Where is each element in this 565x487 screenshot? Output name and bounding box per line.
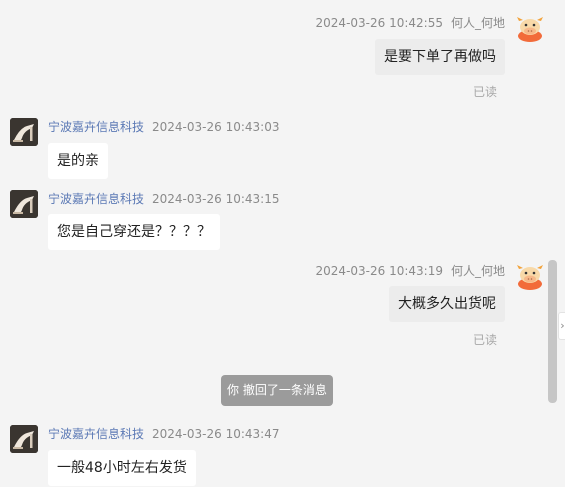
message-bubble-outgoing[interactable]: 是要下单了再做吗	[375, 39, 505, 75]
message-header: 宁波嘉卉信息科技 2024-03-26 10:43:47	[48, 425, 279, 442]
cartoon-cow-avatar-icon[interactable]	[516, 262, 544, 290]
message-timestamp: 2024-03-26 10:43:15	[152, 192, 280, 206]
chevron-right-icon[interactable]: ›	[558, 312, 565, 340]
message-bubble-incoming[interactable]: 是的亲	[48, 143, 108, 179]
message-bubble-outgoing[interactable]: 大概多久出货呢	[389, 286, 505, 322]
sender-name[interactable]: 宁波嘉卉信息科技	[48, 427, 144, 441]
sender-name: 何人_何地	[450, 16, 505, 30]
sender-name[interactable]: 宁波嘉卉信息科技	[48, 120, 144, 134]
message-timestamp: 2024-03-26 10:43:19	[315, 264, 443, 278]
cartoon-cow-avatar-icon[interactable]	[516, 14, 544, 42]
high-heel-shoe-avatar-icon[interactable]	[10, 190, 38, 218]
message-bubble-incoming[interactable]: 您是自己穿还是？？？？	[48, 214, 220, 250]
message-timestamp: 2024-03-26 10:43:47	[152, 427, 280, 441]
message-timestamp: 2024-03-26 10:42:55	[315, 16, 443, 30]
sender-name[interactable]: 宁波嘉卉信息科技	[48, 192, 144, 206]
high-heel-shoe-avatar-icon[interactable]	[10, 425, 38, 453]
message-header: 2024-03-26 10:42:55 何人_何地	[316, 14, 505, 31]
message-timestamp: 2024-03-26 10:43:03	[152, 120, 280, 134]
high-heel-shoe-avatar-icon[interactable]	[10, 118, 38, 146]
scrollbar-thumb[interactable]	[548, 260, 557, 403]
sender-name: 何人_何地	[450, 264, 505, 278]
message-header: 宁波嘉卉信息科技 2024-03-26 10:43:03	[48, 118, 279, 135]
message-header: 宁波嘉卉信息科技 2024-03-26 10:43:15	[48, 190, 279, 207]
recalled-message-notice: 你 撤回了一条消息	[221, 375, 333, 406]
read-receipt: 已读	[472, 333, 497, 347]
read-receipt: 已读	[472, 85, 497, 99]
message-header: 2024-03-26 10:43:19 何人_何地	[316, 262, 505, 279]
chat-message-panel: 2024-03-26 10:42:55 何人_何地 是要下单了再做吗 已读 宁波嘉…	[0, 0, 565, 487]
message-bubble-incoming[interactable]: 一般48小时左右发货	[48, 450, 196, 486]
